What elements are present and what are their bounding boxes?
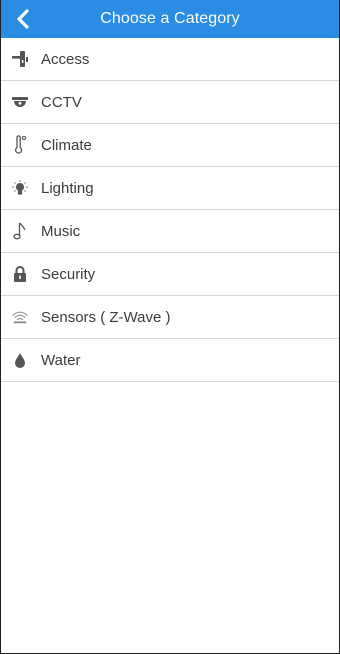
- category-list: Access CCTV Climate Lighting Music Secur…: [1, 38, 339, 382]
- light-bulb-icon: [12, 178, 28, 198]
- category-label: Climate: [41, 136, 92, 154]
- category-item-access[interactable]: Access: [1, 38, 339, 81]
- category-label: CCTV: [41, 93, 82, 111]
- thermometer-icon: [12, 135, 28, 155]
- category-label: Water: [41, 351, 81, 369]
- wireless-signal-icon: [12, 307, 28, 327]
- door-lock-icon: [12, 49, 28, 69]
- category-item-music[interactable]: Music: [1, 210, 339, 253]
- water-drop-icon: [12, 350, 28, 370]
- category-label: Lighting: [41, 179, 94, 197]
- page-title: Choose a Category: [100, 10, 240, 27]
- category-label: Music: [41, 222, 81, 240]
- category-label: Sensors ( Z-Wave ): [41, 308, 171, 326]
- cctv-camera-icon: [12, 92, 28, 112]
- music-note-icon: [12, 221, 28, 241]
- category-screen: Choose a Category Access CCTV Climate Li…: [0, 0, 340, 654]
- category-label: Security: [41, 265, 96, 283]
- category-label: Access: [41, 50, 90, 68]
- padlock-icon: [12, 264, 28, 284]
- category-item-climate[interactable]: Climate: [1, 124, 339, 167]
- category-item-water[interactable]: Water: [1, 339, 339, 382]
- back-button[interactable]: [7, 3, 39, 35]
- header-bar: Choose a Category: [1, 0, 339, 38]
- category-item-sensors[interactable]: Sensors ( Z-Wave ): [1, 296, 339, 339]
- category-item-cctv[interactable]: CCTV: [1, 81, 339, 124]
- category-item-security[interactable]: Security: [1, 253, 339, 296]
- category-item-lighting[interactable]: Lighting: [1, 167, 339, 210]
- chevron-left-icon: [17, 9, 29, 29]
